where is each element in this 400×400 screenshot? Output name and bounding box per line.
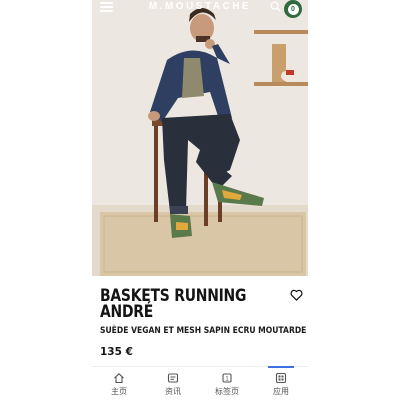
- search-icon[interactable]: [270, 1, 281, 12]
- product-price: 135 €: [100, 346, 133, 358]
- top-navigation-bar: M.MOUSTACHE 0: [92, 0, 308, 18]
- phone-screen: M.MOUSTACHE 0 BASKETS RUNNING ANDRÉ SUÈD…: [92, 0, 308, 400]
- product-subtitle: SUÈDE VEGAN ET MESH SAPIN ECRU MOUTARDE: [100, 325, 307, 336]
- tabs-icon: 1: [222, 373, 232, 383]
- left-margin: [0, 0, 92, 400]
- product-info: BASKETS RUNNING ANDRÉ SUÈDE VEGAN ET MES…: [92, 276, 308, 370]
- apps-icon: [275, 372, 287, 384]
- tab-apps-label: 应用: [273, 387, 289, 396]
- product-title: BASKETS RUNNING ANDRÉ: [100, 288, 248, 322]
- tab-home-label: 主页: [111, 387, 127, 396]
- product-hero-image[interactable]: M.MOUSTACHE 0: [92, 0, 308, 276]
- product-title-line2: ANDRÉ: [100, 302, 154, 322]
- svg-text:1: 1: [225, 376, 229, 382]
- tab-apps[interactable]: 应用: [254, 366, 308, 400]
- heart-icon[interactable]: [290, 289, 303, 301]
- tab-home[interactable]: 主页: [92, 367, 146, 400]
- news-icon: [167, 373, 179, 383]
- tab-news[interactable]: 资讯: [146, 367, 200, 400]
- right-margin: [308, 0, 400, 400]
- hero-illustration: [92, 0, 308, 276]
- cart-badge-icon[interactable]: 0: [284, 0, 302, 18]
- home-icon: [114, 373, 124, 384]
- tab-news-label: 资讯: [165, 387, 181, 396]
- tab-tabs[interactable]: 1 标签页: [200, 367, 254, 400]
- tab-tabs-label: 标签页: [215, 387, 239, 396]
- bottom-tab-bar: 主页 资讯 1 标签页 应用: [92, 366, 308, 400]
